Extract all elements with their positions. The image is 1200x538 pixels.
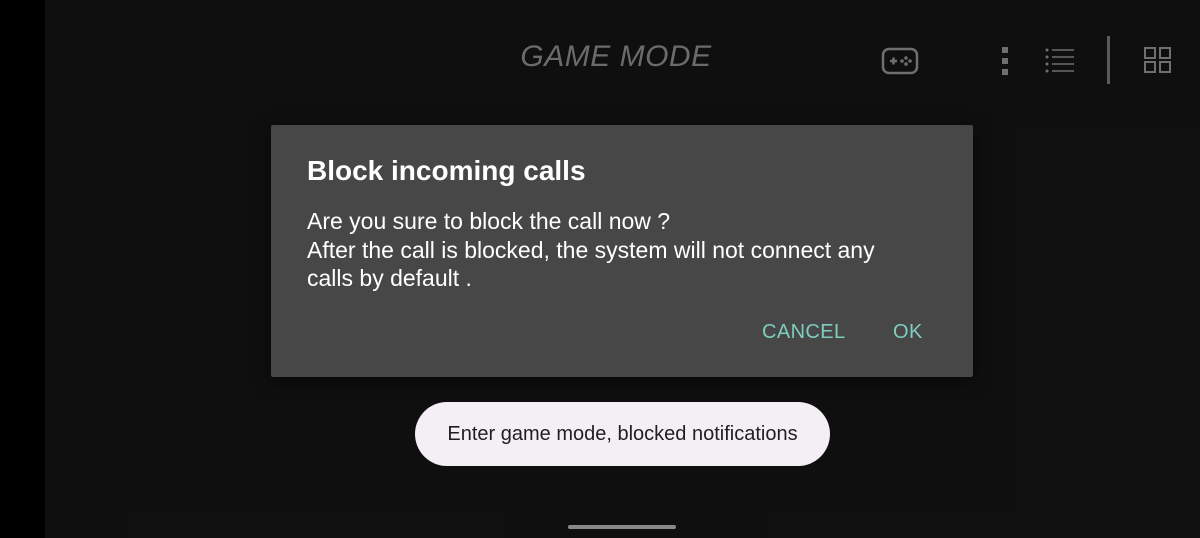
gamepad-icon[interactable] — [881, 45, 919, 77]
notification-toast: Enter game mode, blocked notifications — [415, 402, 830, 466]
page-title: GAME MODE — [520, 40, 712, 73]
more-vert-icon[interactable] — [999, 45, 1011, 77]
dialog-message: Are you sure to block the call now ? Aft… — [307, 207, 947, 293]
toast-text: Enter game mode, blocked notifications — [447, 422, 798, 445]
dialog-message-line: After the call is blocked, the system wi… — [307, 236, 875, 263]
dialog-message-line: Are you sure to block the call now ? — [307, 208, 671, 234]
ok-button[interactable]: OK — [893, 321, 923, 344]
home-indicator[interactable] — [568, 525, 676, 529]
dialog-message-line: calls by default . — [307, 265, 472, 291]
left-edge-strip — [0, 0, 45, 538]
cancel-button[interactable]: CANCEL — [762, 321, 846, 344]
screen: GAME MODE Block incoming calls Are you s… — [0, 0, 1200, 538]
dialog-title: Block incoming calls — [307, 155, 586, 186]
block-calls-dialog: Block incoming calls Are you sure to blo… — [271, 125, 973, 377]
list-icon[interactable] — [1044, 46, 1076, 74]
toolbar-divider — [1107, 36, 1110, 84]
grid-icon[interactable] — [1143, 46, 1173, 74]
